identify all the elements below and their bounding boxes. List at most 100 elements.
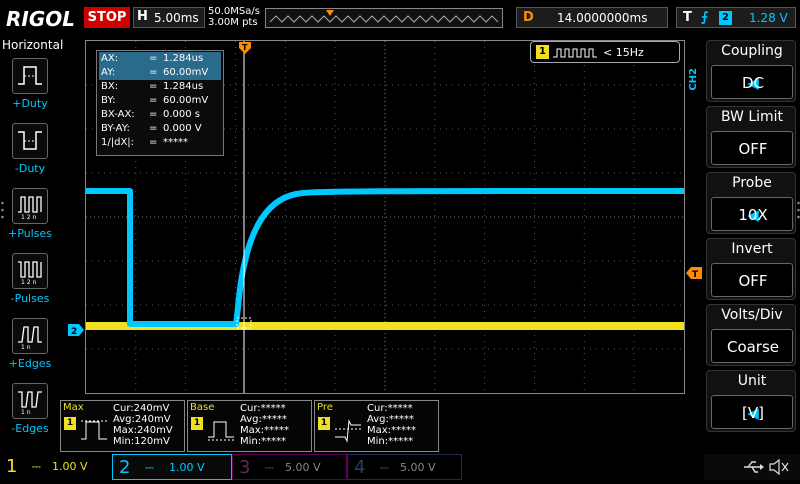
menu-value: [V] — [742, 404, 764, 422]
channel-number: 2 — [119, 457, 131, 478]
probe-menu[interactable]: Probe ◀ 10X — [706, 172, 796, 234]
channel-number: 3 — [239, 457, 251, 478]
volts-div-menu[interactable]: Volts/Div Coarse — [706, 304, 796, 366]
minus-duty-label: -Duty — [14, 162, 46, 175]
menu-value-box: Coarse — [711, 329, 793, 363]
channel-side-label: CH2 — [688, 68, 699, 91]
trigger-box[interactable]: T ⨍ 2 1.28 V — [676, 7, 796, 28]
cursor-row: 1/|dX|: = ***** — [97, 136, 223, 150]
cursor-value: 1.284us — [163, 81, 204, 92]
measurement-min: Min:***** — [240, 436, 287, 447]
trigger-source: 2 — [719, 11, 732, 25]
unit-menu[interactable]: Unit ◀ [V] — [706, 370, 796, 432]
channel-1-button[interactable]: 1 ⎓ 1.00 V — [0, 454, 112, 480]
channel-scale: 5.00 V — [400, 461, 436, 474]
svg-text:T: T — [242, 43, 248, 52]
speaker-mute-icon — [769, 458, 789, 476]
channel-number: 4 — [354, 457, 366, 478]
max-measure-icon — [81, 420, 107, 440]
frequency-channel: 1 — [536, 45, 549, 59]
cursor-eq: = — [149, 109, 158, 120]
minus-pulses-label: -Pulses — [10, 292, 50, 305]
frequency-counter[interactable]: 1 < 15Hz — [530, 41, 680, 63]
bw-limit-menu[interactable]: BW Limit OFF — [706, 106, 796, 168]
svg-text:1 2 n: 1 2 n — [21, 214, 36, 220]
cursor-name: BX-AX: — [101, 109, 135, 120]
ch2-level-marker-icon[interactable]: 2 — [68, 321, 84, 337]
minus-duty-button[interactable]: -Duty — [6, 123, 54, 175]
cursor-value: 0.000 s — [163, 109, 201, 120]
measurement-min: Min:120mV — [113, 436, 170, 447]
sample-rate: 50.0MSa/s — [208, 6, 260, 17]
cursor-row: BY-AY: = 0.000 V — [97, 122, 223, 136]
trigger-position-icon[interactable]: T — [238, 40, 252, 54]
measurement-max-val: Max:***** — [240, 425, 290, 436]
cursor-eq: = — [149, 123, 158, 134]
svg-text:2: 2 — [71, 327, 77, 336]
invert-menu[interactable]: Invert OFF — [706, 238, 796, 300]
channel-3-button[interactable]: 3 ⎓ 5.00 V — [232, 454, 347, 480]
menu-value: OFF — [738, 272, 768, 290]
cursor-eq: = — [149, 81, 158, 92]
trigger-position-marker-icon — [326, 10, 334, 16]
acquisition-info: 50.0MSa/s 3.00M pts — [208, 6, 260, 28]
status-icons — [704, 454, 800, 480]
channel-scale: 5.00 V — [285, 461, 321, 474]
svg-text:1 2 n: 1 2 n — [21, 279, 36, 285]
menu-value: 10X — [738, 206, 768, 224]
coupling-menu[interactable]: Coupling ◀ DC — [706, 40, 796, 102]
coupling-dc-icon: ⎓ — [32, 460, 41, 473]
menu-value: Coarse — [726, 338, 780, 356]
cursor-eq: = — [149, 53, 158, 64]
measurement-max[interactable]: Max 1 Cur:240mV Avg:240mV Max:240mV Min:… — [60, 400, 185, 452]
cursor-row: AX: = 1.284us — [99, 52, 221, 66]
channel-4-button[interactable]: 4 ⎓ 5.00 V — [347, 454, 462, 480]
cursor-value: ***** — [163, 137, 188, 148]
menu-value-box: OFF — [711, 263, 793, 297]
square-wave-icon — [553, 48, 597, 58]
measurement-base[interactable]: Base 1 Cur:***** Avg:***** Max:***** Min… — [187, 400, 312, 452]
left-scroll-dots — [1, 200, 4, 220]
channel-2-button[interactable]: 2 ⎓ 1.00 V — [112, 454, 232, 480]
usb-icon — [744, 461, 764, 473]
measurement-cur: Cur:***** — [367, 403, 413, 414]
cursor-readout-panel: AX: = 1.284us AY: = 60.00mV BX: = 1.284us BY: =… — [96, 50, 224, 156]
channel-scale: 1.00 V — [52, 460, 88, 473]
minus-duty-icon — [12, 123, 48, 159]
timebase-box[interactable]: H 5.00ms — [133, 7, 205, 28]
memory-depth: 3.00M pts — [208, 17, 258, 28]
measurement-channel: 1 — [318, 417, 330, 430]
svg-text:1 n: 1 n — [21, 344, 31, 350]
minus-edges-icon: 1 n — [12, 383, 48, 419]
cursor-row: BX: = 1.284us — [97, 80, 223, 94]
menu-title: Unit — [737, 373, 767, 389]
measurement-min: Min:***** — [367, 436, 414, 447]
svg-text:T: T — [692, 270, 699, 279]
measurement-pre[interactable]: Pre 1 Cur:***** Avg:***** Max:***** Min:… — [314, 400, 439, 452]
minus-edges-button[interactable]: 1 n -Edges — [6, 383, 54, 435]
cursor-value: 1.284us — [163, 53, 204, 64]
trigger-level-marker-icon[interactable]: T — [686, 264, 702, 280]
menu-title: Invert — [731, 241, 773, 257]
cursor-row: BX-AX: = 0.000 s — [97, 108, 223, 122]
delay-box[interactable]: D 14.0000000ms — [516, 7, 668, 28]
channel-scale: 1.00 V — [169, 461, 205, 474]
menu-value-box: OFF — [711, 131, 793, 165]
measurement-avg: Avg:***** — [367, 414, 414, 425]
cursor-value: 60.00mV — [163, 95, 209, 106]
brand-logo: RIGOL — [6, 7, 76, 31]
memory-overview-bar[interactable] — [265, 8, 503, 28]
plus-edges-icon: 1 n — [12, 318, 48, 354]
plus-pulses-button[interactable]: 1 2 n +Pulses — [6, 188, 54, 240]
minus-pulses-button[interactable]: 1 2 n -Pulses — [6, 253, 54, 305]
plus-duty-button[interactable]: +Duty — [6, 58, 54, 110]
plus-edges-button[interactable]: 1 n +Edges — [6, 318, 54, 370]
timebase-key: H — [137, 9, 148, 24]
cursor-name: AY: — [101, 67, 116, 78]
run-stop-status[interactable]: STOP — [84, 7, 130, 28]
minus-edges-label: -Edges — [11, 422, 49, 435]
coupling-dc-icon: ⎓ — [380, 461, 389, 474]
cursor-eq: = — [149, 137, 158, 148]
menu-value-box: ◀ 10X — [711, 197, 793, 231]
plus-duty-label: +Duty — [12, 97, 48, 110]
